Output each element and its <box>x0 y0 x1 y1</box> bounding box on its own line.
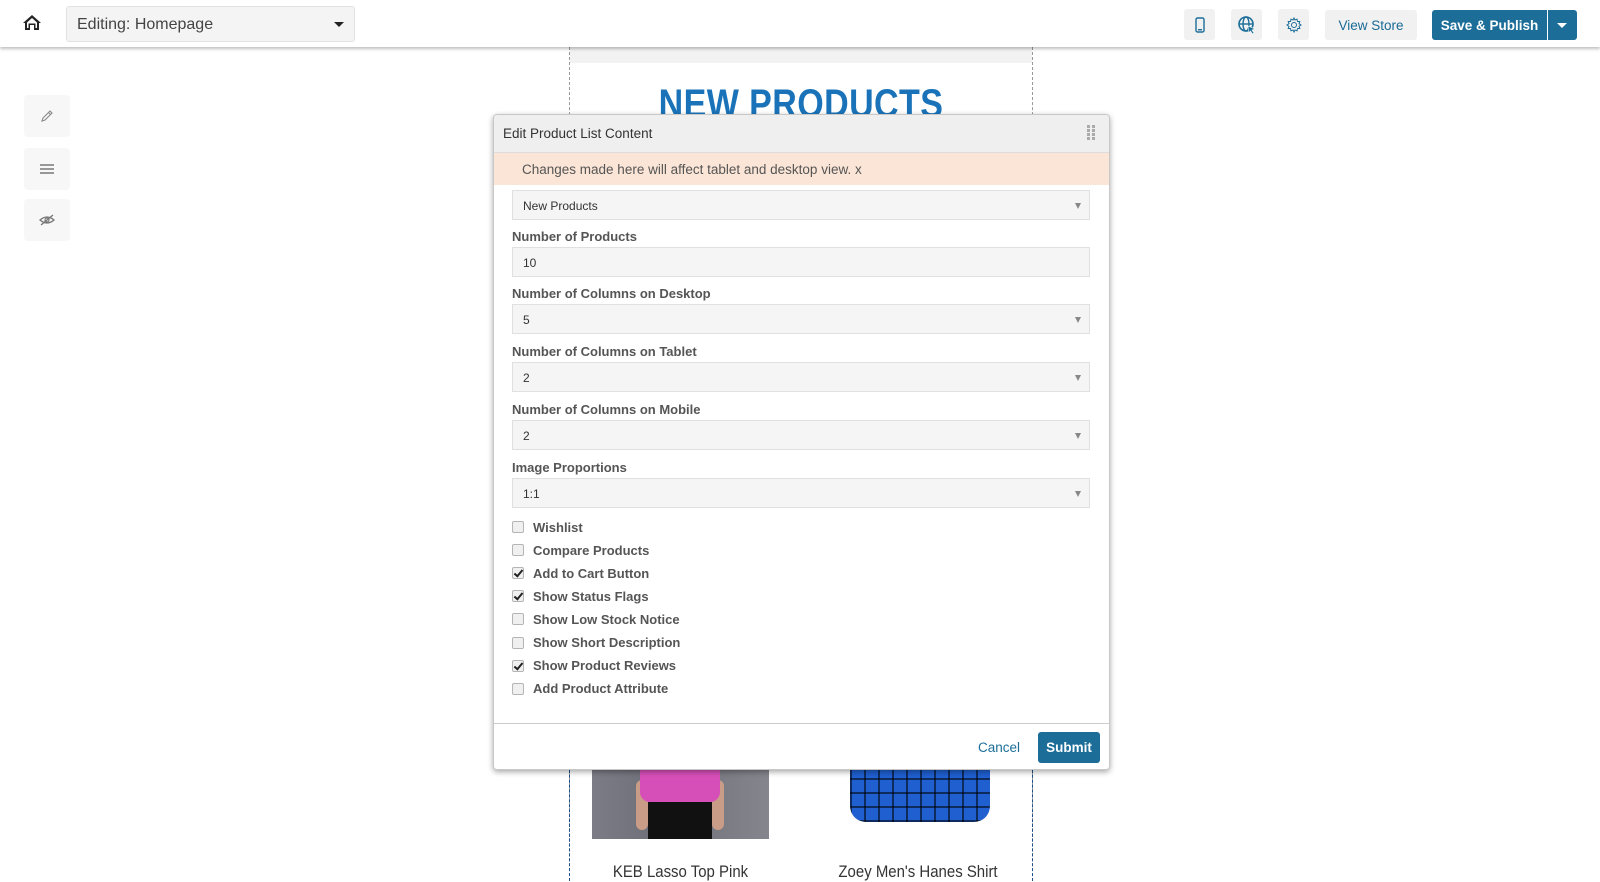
chevron-down-icon <box>1075 433 1081 439</box>
checkbox-label: Show Short Description <box>533 635 681 650</box>
select-value: 5 <box>523 313 530 327</box>
chevron-down-icon <box>1557 23 1567 28</box>
checkbox-show-status-flags[interactable]: Show Status Flags <box>512 587 649 605</box>
dialog-footer: Cancel Submit <box>494 723 1109 769</box>
edit-product-list-dialog: Edit Product List Content Changes made h… <box>493 114 1110 770</box>
product-image[interactable] <box>592 770 769 839</box>
checkbox-compare-products[interactable]: Compare Products <box>512 541 649 559</box>
menu-lines-icon <box>40 164 54 174</box>
columns-tablet-select[interactable]: 2 <box>512 362 1090 392</box>
columns-mobile-select[interactable]: 2 <box>512 420 1090 450</box>
checkbox-label: Compare Products <box>533 542 650 558</box>
chevron-down-icon <box>1075 375 1081 381</box>
columns-desktop-select[interactable]: 5 <box>512 304 1090 334</box>
checkbox-add-product-attribute[interactable]: Add Product Attribute <box>512 680 668 698</box>
checkbox-label: Show Product Reviews <box>533 658 677 674</box>
product-image[interactable] <box>838 770 998 825</box>
product-grid: KEB Lasso Top Pink Zoey Men's Hanes Shir… <box>569 770 1033 881</box>
image-proportions-select[interactable]: 1:1 <box>512 478 1090 508</box>
checkbox-unchecked-icon[interactable] <box>512 682 524 695</box>
checkbox-label: Add Product Attribute <box>533 681 669 697</box>
visibility-tool-button[interactable] <box>24 199 70 241</box>
chevron-down-icon <box>1075 491 1081 497</box>
mobile-device-icon <box>1194 16 1205 33</box>
submit-button[interactable]: Submit <box>1038 732 1100 763</box>
select-value: 2 <box>523 429 530 443</box>
checkbox-label: Show Status Flags <box>533 588 649 604</box>
select-value: New Products <box>523 199 598 213</box>
select-value: 2 <box>523 371 530 385</box>
checkbox-show-low-stock-notice[interactable]: Show Low Stock Notice <box>512 610 680 628</box>
globe-cursor-icon <box>1237 15 1256 34</box>
checkbox-show-short-description[interactable]: Show Short Description <box>512 634 680 652</box>
notice-banner: Changes made here will affect tablet and… <box>494 153 1109 185</box>
chevron-down-icon <box>1075 317 1081 323</box>
publish-options-dropdown[interactable] <box>1548 10 1577 40</box>
chevron-down-icon <box>1075 203 1081 209</box>
drag-handle-icon[interactable] <box>1087 125 1095 141</box>
chevron-down-icon <box>334 22 344 27</box>
field-label: Image Proportions <box>512 460 627 475</box>
select-value: 1:1 <box>523 487 540 501</box>
field-label: Number of Columns on Mobile <box>512 402 701 417</box>
checkbox-unchecked-icon[interactable] <box>512 544 524 557</box>
home-icon <box>23 15 41 30</box>
checkbox-checked-icon[interactable] <box>512 590 524 603</box>
dialog-header[interactable]: Edit Product List Content <box>494 115 1109 153</box>
edit-tool-button[interactable] <box>24 95 70 137</box>
product-name[interactable]: Zoey Men's Hanes Shirt <box>830 862 1006 882</box>
checkbox-wishlist[interactable]: Wishlist <box>512 518 583 536</box>
field-label: Number of Products <box>512 229 637 244</box>
checkbox-unchecked-icon[interactable] <box>512 613 524 626</box>
field-label: Number of Columns on Tablet <box>512 344 697 359</box>
product-list-type-select[interactable]: New Products <box>512 190 1090 220</box>
checkbox-checked-icon[interactable] <box>512 567 524 580</box>
checkbox-checked-icon[interactable] <box>512 659 524 672</box>
mobile-preview-button[interactable] <box>1184 9 1215 40</box>
pencil-icon <box>41 110 53 122</box>
checkbox-label: Show Low Stock Notice <box>533 611 680 627</box>
page-selector-dropdown[interactable]: Editing: Homepage <box>66 6 355 42</box>
dialog-body: New Products Number of Products 10 Numbe… <box>494 185 1109 725</box>
checkbox-show-product-reviews[interactable]: Show Product Reviews <box>512 657 676 675</box>
checkbox-unchecked-icon[interactable] <box>512 521 524 533</box>
number-of-products-input[interactable]: 10 <box>512 247 1090 277</box>
view-store-button[interactable]: View Store <box>1325 10 1417 40</box>
gear-icon <box>1285 16 1302 33</box>
checkbox-add-to-cart-button[interactable]: Add to Cart Button <box>512 564 649 582</box>
page-selector-value: Editing: Homepage <box>77 16 214 33</box>
save-publish-button[interactable]: Save & Publish <box>1432 10 1547 40</box>
home-button[interactable] <box>22 13 42 33</box>
checkbox-label: Wishlist <box>533 519 583 535</box>
checkbox-label: Add to Cart Button <box>533 565 650 581</box>
input-value: 10 <box>523 256 537 270</box>
sections-tool-button[interactable] <box>24 148 70 190</box>
settings-button[interactable] <box>1278 9 1309 40</box>
top-toolbar: Editing: Homepage View Store Save & Publ… <box>0 0 1600 47</box>
eye-slash-icon <box>39 214 55 226</box>
product-name[interactable]: KEB Lasso Top Pink <box>603 862 759 882</box>
checkbox-unchecked-icon[interactable] <box>512 636 524 649</box>
language-button[interactable] <box>1231 9 1262 40</box>
field-label: Number of Columns on Desktop <box>512 286 711 301</box>
canvas-top-band <box>570 47 1032 63</box>
dialog-title: Edit Product List Content <box>503 126 653 141</box>
notice-text: Changes made here will affect tablet and… <box>522 162 852 177</box>
cancel-button[interactable]: Cancel <box>978 740 1020 755</box>
notice-close-button[interactable]: x <box>855 162 862 177</box>
